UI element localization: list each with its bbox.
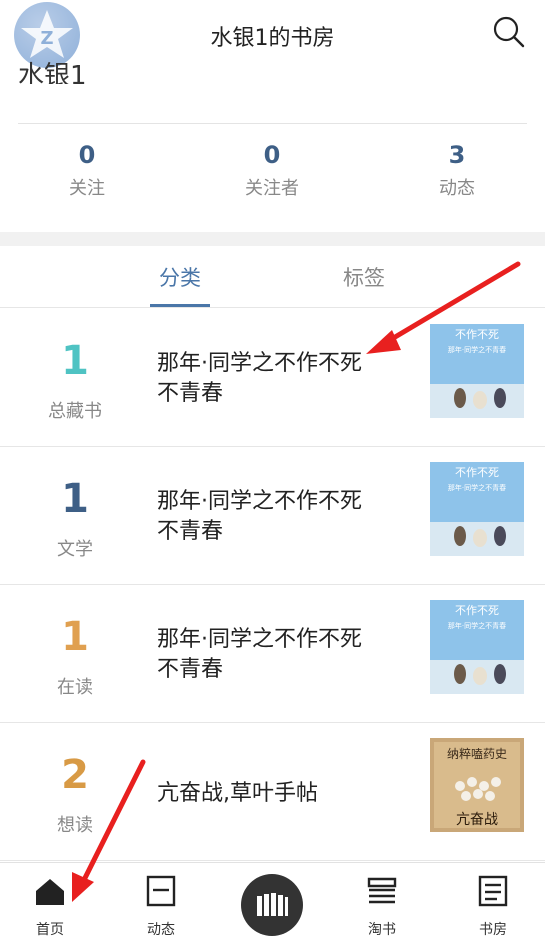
header-divider	[18, 123, 527, 124]
stat-followers-label: 关注者	[245, 178, 299, 199]
row-category: 想读	[57, 815, 93, 836]
tab-active-indicator	[150, 304, 210, 307]
nav-study-label: 书房	[479, 922, 507, 938]
nav-home[interactable]: 首页	[10, 873, 90, 939]
stat-following-count: 0	[78, 141, 96, 169]
cover-title: 纳粹嗑药史	[447, 747, 507, 761]
stat-activity-count: 3	[448, 141, 466, 169]
stat-followers-count: 0	[263, 141, 281, 169]
tab-category[interactable]: 分类	[120, 262, 240, 292]
row-category: 在读	[57, 677, 93, 698]
row-category: 总藏书	[48, 401, 102, 422]
list-item-want-to-read[interactable]: 2 想读 亢奋战,草叶手帖 纳粹嗑药史 亢奋战	[0, 723, 545, 861]
stats-bar: 0 关注 0 关注者 3 动态	[0, 140, 545, 220]
stat-following-label: 关注	[69, 178, 105, 199]
row-count: 2	[61, 752, 89, 798]
row-count: 1	[61, 614, 89, 660]
stat-activity[interactable]: 3 动态	[387, 140, 527, 200]
book-cover[interactable]: 不作不死 那年·同学之不青春	[430, 462, 524, 556]
stat-followers[interactable]: 0 关注者	[202, 140, 342, 200]
bottom-nav: 首页 动态 淘书 书房	[0, 862, 545, 939]
page-title: 水银1的书房	[210, 26, 335, 51]
cover-title: 不作不死	[455, 466, 499, 479]
row-book-title: 那年·同学之不作不死不青春	[157, 627, 362, 682]
book-cover-image: 纳粹嗑药史 亢奋战	[430, 738, 524, 832]
book-cover[interactable]: 纳粹嗑药史 亢奋战	[430, 738, 524, 832]
stat-following[interactable]: 0 关注	[17, 140, 157, 200]
cover-subtitle: 那年·同学之不青春	[448, 621, 506, 630]
nav-home-label: 首页	[36, 922, 64, 938]
book-cover[interactable]: 不作不死 那年·同学之不青春	[430, 324, 524, 418]
home-icon	[36, 879, 64, 905]
tab-tags[interactable]: 标签	[304, 262, 424, 292]
nav-shop[interactable]: 淘书	[342, 873, 422, 939]
list-item-literature[interactable]: 1 文学 那年·同学之不作不死不青春 不作不死 那年·同学之不青春	[0, 447, 545, 585]
row-count: 1	[61, 338, 89, 384]
book-cover[interactable]: 不作不死 那年·同学之不青春	[430, 600, 524, 694]
cover-title: 不作不死	[455, 604, 499, 617]
row-book-title: 亢奋战,草叶手帖	[157, 781, 318, 806]
search-button[interactable]	[491, 14, 527, 50]
row-book-title: 那年·同学之不作不死不青春	[157, 351, 362, 406]
shop-icon	[367, 877, 397, 904]
bookshelf-icon	[257, 893, 288, 916]
nav-shop-label: 淘书	[368, 922, 396, 938]
book-cover-image: 不作不死 那年·同学之不青春	[430, 462, 524, 556]
section-divider	[0, 232, 545, 246]
nav-activity[interactable]: 动态	[121, 873, 201, 939]
book-cover-image: 不作不死 那年·同学之不青春	[430, 600, 524, 694]
news-icon	[146, 875, 176, 907]
nav-study[interactable]: 书房	[453, 873, 533, 939]
list-item-reading[interactable]: 1 在读 那年·同学之不作不死不青春 不作不死 那年·同学之不青春	[0, 585, 545, 723]
user-name: 水银1	[18, 61, 87, 84]
study-icon	[478, 875, 508, 907]
row-book-title: 那年·同学之不作不死不青春	[157, 489, 362, 544]
cover-title: 不作不死	[455, 328, 499, 341]
list-item-total[interactable]: 1 总藏书 那年·同学之不作不死不青春 不作不死 那年·同学之不青春	[0, 309, 545, 447]
row-count: 1	[61, 476, 89, 522]
search-icon	[493, 16, 525, 48]
app-root: Z 水银1的书房 水银1 0 关注 0 关注者 3 动态 分类 标签 1 总藏书…	[0, 0, 545, 939]
nav-activity-label: 动态	[147, 922, 175, 938]
cover-subtitle: 那年·同学之不青春	[448, 483, 506, 492]
cover-subtitle: 那年·同学之不青春	[448, 345, 506, 354]
center-bookshelf-button[interactable]	[241, 874, 303, 936]
row-category: 文学	[57, 539, 93, 560]
book-cover-image: 不作不死 那年·同学之不青春	[430, 324, 524, 418]
stat-activity-label: 动态	[439, 178, 475, 199]
tab-bar: 分类 标签	[0, 246, 545, 308]
cover-subtitle: 亢奋战	[456, 811, 498, 828]
